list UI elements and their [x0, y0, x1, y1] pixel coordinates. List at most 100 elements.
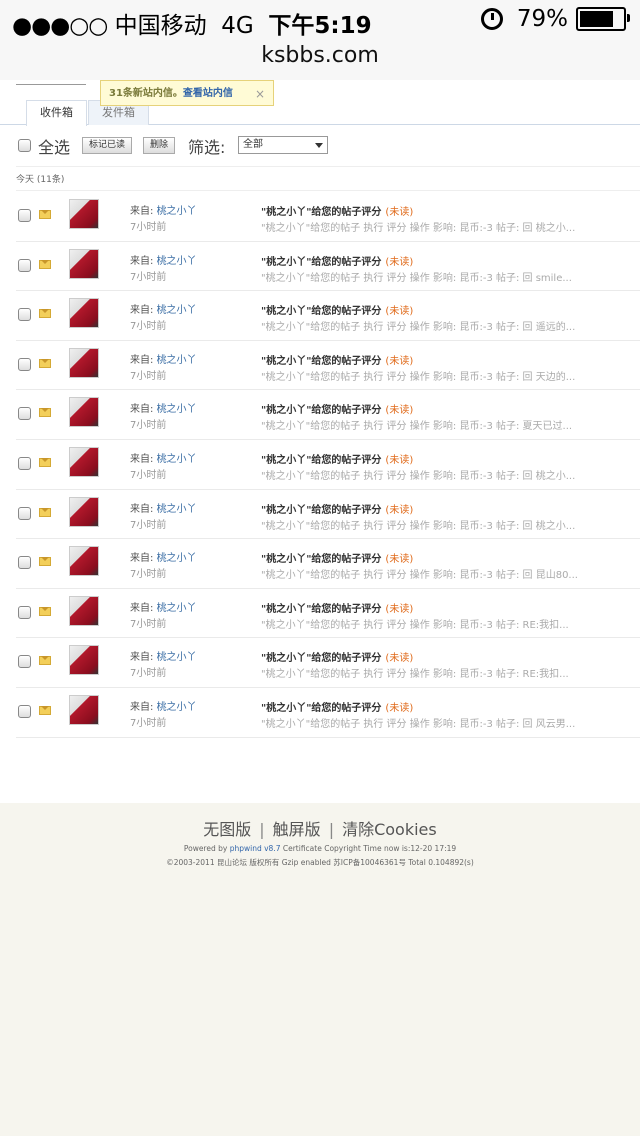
sender-link[interactable]: 桃之小丫	[157, 256, 197, 267]
no-image-version-link[interactable]: 无图版	[203, 820, 251, 839]
message-row[interactable]: 来自: 桃之小丫 7小时前 "桃之小丫"给您的帖子评分 (未读) "桃之小丫"给您的帖子…	[16, 440, 640, 490]
subject-text[interactable]: "桃之小丫"给您的帖子评分	[261, 703, 381, 714]
day-group-header: 今天 (11条)	[16, 170, 640, 191]
avatar[interactable]	[69, 446, 99, 477]
message-checkbox[interactable]	[18, 308, 31, 322]
message-row[interactable]: 来自: 桃之小丫 7小时前 "桃之小丫"给您的帖子评分 (未读) "桃之小丫"给您的帖子…	[16, 341, 640, 391]
subject-text[interactable]: "桃之小丫"给您的帖子评分	[261, 604, 381, 615]
view-messages-link[interactable]: 查看站内信	[183, 88, 233, 99]
message-summary[interactable]: "桃之小丫"给您的帖子 执行 评分 操作 影响: 昆币:-3 帖子: 回 昆山8…	[261, 566, 606, 581]
touch-version-link[interactable]: 触屏版	[273, 820, 321, 839]
sender-link[interactable]: 桃之小丫	[157, 206, 197, 217]
battery-icon	[576, 7, 630, 31]
message-subject[interactable]: "桃之小丫"给您的帖子评分 (未读)	[261, 699, 413, 714]
message-row[interactable]: 来自: 桃之小丫 7小时前 "桃之小丫"给您的帖子评分 (未读) "桃之小丫"给您的帖子…	[16, 242, 640, 292]
unread-badge: (未读)	[385, 256, 414, 268]
message-checkbox[interactable]	[18, 605, 31, 619]
envelope-icon	[39, 358, 51, 368]
avatar[interactable]	[69, 595, 99, 626]
message-summary[interactable]: "桃之小丫"给您的帖子 执行 评分 操作 影响: 昆币:-3 帖子: 回 桃之小…	[261, 467, 606, 482]
envelope-icon	[39, 557, 51, 567]
message-summary[interactable]: "桃之小丫"给您的帖子 执行 评分 操作 影响: 昆币:-3 帖子: 回 遥远的…	[261, 318, 606, 333]
message-summary[interactable]: "桃之小丫"给您的帖子 执行 评分 操作 影响: 昆币:-3 帖子: 夏天已过.…	[261, 417, 606, 432]
subject-text[interactable]: "桃之小丫"给您的帖子评分	[261, 653, 381, 664]
powered-prefix: Powered by	[183, 844, 228, 853]
subject-text[interactable]: "桃之小丫"给您的帖子评分	[261, 306, 381, 317]
avatar[interactable]	[69, 496, 99, 527]
message-sender: 来自: 桃之小丫	[130, 252, 197, 267]
message-subject[interactable]: "桃之小丫"给您的帖子评分 (未读)	[261, 203, 413, 218]
message-summary[interactable]: "桃之小丫"给您的帖子 执行 评分 操作 影响: 昆币:-3 帖子: RE:我扣…	[261, 665, 606, 680]
message-checkbox[interactable]	[18, 704, 31, 718]
avatar[interactable]	[69, 347, 99, 378]
subject-text[interactable]: "桃之小丫"给您的帖子评分	[261, 554, 381, 565]
message-row[interactable]: 来自: 桃之小丫 7小时前 "桃之小丫"给您的帖子评分 (未读) "桃之小丫"给您的帖子…	[16, 539, 640, 589]
sender-link[interactable]: 桃之小丫	[157, 404, 197, 415]
select-all-checkbox[interactable]	[18, 139, 31, 152]
message-checkbox[interactable]	[18, 258, 31, 272]
avatar[interactable]	[69, 546, 99, 577]
avatar[interactable]	[69, 298, 99, 329]
message-row[interactable]: 来自: 桃之小丫 7小时前 "桃之小丫"给您的帖子评分 (未读) "桃之小丫"给您的帖子…	[16, 490, 640, 540]
sender-link[interactable]: 桃之小丫	[157, 603, 197, 614]
message-summary[interactable]: "桃之小丫"给您的帖子 执行 评分 操作 影响: 昆币:-3 帖子: RE:我扣…	[261, 616, 606, 631]
message-checkbox[interactable]	[18, 556, 31, 570]
unread-badge: (未读)	[385, 653, 414, 665]
subject-text[interactable]: "桃之小丫"给您的帖子评分	[261, 405, 381, 416]
message-summary[interactable]: "桃之小丫"给您的帖子 执行 评分 操作 影响: 昆币:-3 帖子: 回 风云男…	[261, 715, 606, 730]
message-checkbox[interactable]	[18, 407, 31, 421]
message-summary[interactable]: "桃之小丫"给您的帖子 执行 评分 操作 影响: 昆币:-3 帖子: 回 桃之小…	[261, 219, 606, 234]
sender-link[interactable]: 桃之小丫	[157, 504, 197, 515]
clear-cookies-link[interactable]: 清除Cookies	[342, 820, 437, 839]
sender-link[interactable]: 桃之小丫	[157, 454, 197, 465]
message-summary[interactable]: "桃之小丫"给您的帖子 执行 评分 操作 影响: 昆币:-3 帖子: 回 桃之小…	[261, 517, 606, 532]
message-checkbox[interactable]	[18, 655, 31, 669]
avatar[interactable]	[69, 248, 99, 279]
message-row[interactable]: 来自: 桃之小丫 7小时前 "桃之小丫"给您的帖子评分 (未读) "桃之小丫"给您的帖子…	[16, 291, 640, 341]
message-checkbox[interactable]	[18, 506, 31, 520]
message-row[interactable]: 来自: 桃之小丫 7小时前 "桃之小丫"给您的帖子评分 (未读) "桃之小丫"给您的帖子…	[16, 688, 640, 738]
avatar[interactable]	[69, 645, 99, 676]
from-label: 来自:	[130, 404, 154, 416]
avatar[interactable]	[69, 397, 99, 428]
message-subject[interactable]: "桃之小丫"给您的帖子评分 (未读)	[261, 649, 413, 664]
phpwind-link[interactable]: phpwind v8.7	[230, 844, 281, 853]
message-checkbox[interactable]	[18, 357, 31, 371]
avatar[interactable]	[69, 199, 99, 229]
sender-link[interactable]: 桃之小丫	[157, 305, 197, 316]
subject-text[interactable]: "桃之小丫"给您的帖子评分	[261, 257, 381, 268]
message-subject[interactable]: "桃之小丫"给您的帖子评分 (未读)	[261, 253, 413, 268]
filter-select[interactable]: 全部	[238, 136, 328, 154]
subject-text[interactable]: "桃之小丫"给您的帖子评分	[261, 505, 381, 516]
message-row[interactable]: 来自: 桃之小丫 7小时前 "桃之小丫"给您的帖子评分 (未读) "桃之小丫"给您的帖子…	[16, 589, 640, 639]
message-time: 7小时前	[130, 321, 167, 333]
select-all-label[interactable]: 全选	[38, 134, 70, 158]
sender-link[interactable]: 桃之小丫	[157, 355, 197, 366]
delete-button[interactable]: 删除	[143, 137, 176, 154]
address-bar[interactable]: ksbbs.com	[0, 42, 640, 81]
message-checkbox[interactable]	[18, 456, 31, 470]
message-subject[interactable]: "桃之小丫"给您的帖子评分 (未读)	[261, 401, 413, 416]
message-subject[interactable]: "桃之小丫"给您的帖子评分 (未读)	[261, 302, 413, 317]
avatar[interactable]	[69, 694, 99, 725]
message-subject[interactable]: "桃之小丫"给您的帖子评分 (未读)	[261, 451, 413, 466]
sender-link[interactable]: 桃之小丫	[157, 553, 197, 564]
message-summary[interactable]: "桃之小丫"给您的帖子 执行 评分 操作 影响: 昆币:-3 帖子: 回 天边的…	[261, 368, 606, 383]
sender-link[interactable]: 桃之小丫	[157, 652, 197, 663]
message-row[interactable]: 来自: 桃之小丫 7小时前 "桃之小丫"给您的帖子评分 (未读) "桃之小丫"给您的帖子…	[16, 638, 640, 688]
message-subject[interactable]: "桃之小丫"给您的帖子评分 (未读)	[261, 600, 413, 615]
subject-text[interactable]: "桃之小丫"给您的帖子评分	[261, 356, 381, 367]
close-icon[interactable]: ×	[255, 81, 265, 107]
tab-inbox[interactable]: 收件箱	[26, 100, 87, 126]
subject-text[interactable]: "桃之小丫"给您的帖子评分	[261, 207, 381, 218]
message-subject[interactable]: "桃之小丫"给您的帖子评分 (未读)	[261, 550, 413, 565]
message-checkbox[interactable]	[18, 209, 31, 222]
sender-link[interactable]: 桃之小丫	[157, 702, 197, 713]
message-subject[interactable]: "桃之小丫"给您的帖子评分 (未读)	[261, 352, 413, 367]
message-subject[interactable]: "桃之小丫"给您的帖子评分 (未读)	[261, 501, 413, 516]
mark-read-button[interactable]: 标记已读	[82, 137, 133, 154]
message-summary[interactable]: "桃之小丫"给您的帖子 执行 评分 操作 影响: 昆币:-3 帖子: 回 smi…	[261, 269, 606, 284]
message-row[interactable]: 来自: 桃之小丫 7小时前 "桃之小丫"给您的帖子评分 (未读) "桃之小丫"给您的帖子…	[16, 390, 640, 440]
message-row[interactable]: 来自: 桃之小丫 7小时前 "桃之小丫"给您的帖子评分 (未读) "桃之小丫"给您的帖子…	[16, 192, 640, 242]
subject-text[interactable]: "桃之小丫"给您的帖子评分	[261, 455, 381, 466]
